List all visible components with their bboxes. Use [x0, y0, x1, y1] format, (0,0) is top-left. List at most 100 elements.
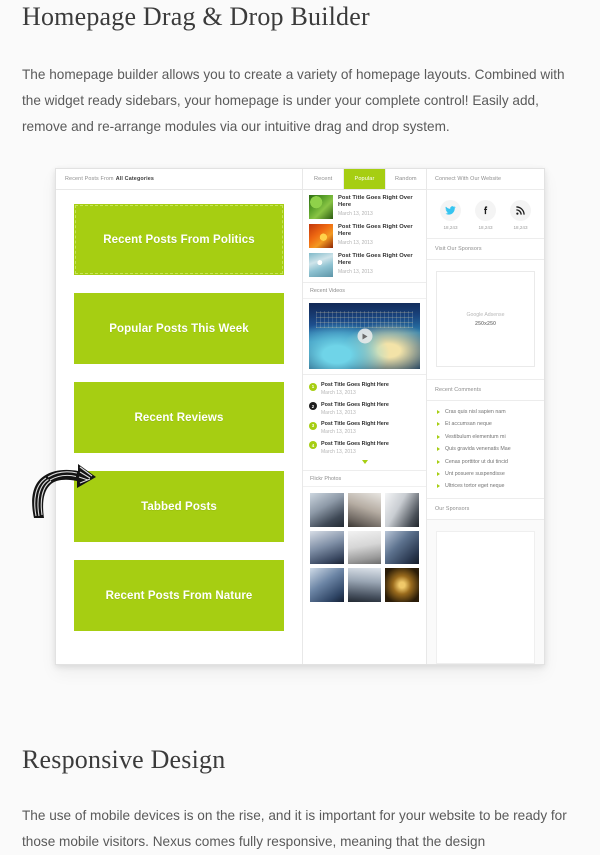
- comment-item[interactable]: Cras quis nisl sapien nam: [437, 409, 536, 415]
- post-title: Post Title Goes Right Here: [321, 382, 389, 388]
- bullet-arrow-icon: [437, 484, 440, 489]
- bullet-arrow-icon: [437, 447, 440, 452]
- section-homepage-builder: Homepage Drag & Drop Builder The homepag…: [22, 2, 582, 140]
- recent-comments-header: Recent Comments: [427, 380, 544, 401]
- left-header-prefix: Recent Posts From: [65, 176, 114, 182]
- comment-text: Vestibulum elementum mi: [445, 433, 506, 440]
- adsense-placeholder[interactable]: Google Adsense 250x250: [436, 271, 535, 367]
- post-date: March 13, 2013: [338, 269, 373, 276]
- flickr-photo[interactable]: [385, 493, 420, 527]
- recent-videos-widget: [303, 299, 426, 375]
- comment-item[interactable]: Unt posuere suspendisse: [437, 471, 536, 477]
- flickr-photo[interactable]: [347, 530, 382, 565]
- drop-block-politics[interactable]: Recent Posts From Politics: [74, 204, 284, 275]
- recent-videos-header: Recent Videos: [303, 283, 426, 299]
- builder-left-column: Recent Posts From All Categories Recent …: [56, 169, 303, 664]
- comment-item[interactable]: Vestibulum elementum mi: [437, 434, 536, 440]
- comment-item[interactable]: Cenas porttitor ut dui tincid: [437, 459, 536, 465]
- section-body-text: The use of mobile devices is on the rise…: [22, 808, 567, 849]
- rank-badge: 3: [309, 421, 317, 430]
- comment-text: Cras quis nisl sapien nam: [445, 409, 506, 415]
- rss-count: 18,243: [513, 225, 528, 230]
- tab-bar: Recent Popular Random: [303, 169, 426, 190]
- section-responsive-design: Responsive Design The use of mobile devi…: [22, 745, 588, 855]
- flickr-photos-header: Flickr Photos: [303, 471, 426, 487]
- our-sponsors-widget: [427, 520, 544, 664]
- bullet-arrow-icon: [437, 471, 440, 476]
- bullet-arrow-icon: [437, 422, 440, 427]
- social-rss[interactable]: 18,243: [510, 200, 531, 230]
- twitter-icon[interactable]: [440, 200, 461, 221]
- post-title: Post Title Goes Right Over Here: [338, 195, 413, 209]
- recent-comments-list: Cras quis nisl sapien nam Et accumsan ne…: [427, 401, 544, 500]
- drop-block-nature[interactable]: Recent Posts From Nature: [74, 560, 284, 631]
- adsense-widget: Google Adsense 250x250: [427, 260, 544, 380]
- leaves-thumbnail: [309, 195, 333, 219]
- facebook-count: 18,243: [478, 225, 493, 230]
- drop-block-popular[interactable]: Popular Posts This Week: [74, 293, 284, 364]
- section-body-text: The homepage builder allows you to creat…: [22, 67, 565, 134]
- twitter-count: 18,243: [443, 225, 458, 230]
- drag-arrow-annotation: [32, 464, 96, 518]
- post-title: Post Title Goes Right Here: [321, 421, 389, 427]
- comment-item[interactable]: Ultrices tortor eget neque: [437, 483, 536, 489]
- tab-post-item[interactable]: Post Title Goes Right Over Here March 13…: [309, 253, 420, 277]
- numbered-post-item[interactable]: 3 Post Title Goes Right Here March 13, 2…: [309, 421, 420, 435]
- social-twitter[interactable]: 18,243: [440, 200, 461, 230]
- flickr-photo[interactable]: [385, 568, 420, 603]
- comment-text: Quis gravida venenatis Mae: [445, 446, 511, 453]
- post-title: Post Title Goes Right Here: [321, 440, 389, 447]
- builder-middle-column: Recent Popular Random Post Title Goes Ri…: [303, 169, 427, 664]
- numbered-post-item[interactable]: 1 Post Title Goes Right Here March 13, 2…: [309, 382, 420, 396]
- left-header-strong: All Categories: [115, 176, 155, 182]
- post-title: Post Title Goes Right Over Here: [338, 253, 413, 267]
- chevron-down-icon[interactable]: [361, 460, 368, 464]
- flickr-photo[interactable]: [347, 493, 382, 527]
- flickr-grid: [310, 493, 420, 603]
- flickr-photo[interactable]: [310, 568, 344, 603]
- drop-area[interactable]: Recent Posts From Politics Popular Posts…: [56, 190, 302, 664]
- flickr-photo[interactable]: [347, 568, 382, 603]
- tab-random[interactable]: Random: [385, 169, 426, 189]
- rank-badge: 4: [309, 441, 317, 449]
- drop-block-tabbed-posts[interactable]: Tabbed Posts: [74, 471, 284, 542]
- post-date: March 13, 2013: [321, 390, 356, 396]
- post-date: March 13, 2013: [321, 429, 356, 435]
- flickr-photo[interactable]: [310, 493, 344, 527]
- numbered-post-item[interactable]: 4 Post Title Goes Right Here March 13, 2…: [309, 441, 420, 455]
- winter-thumbnail: [309, 253, 333, 277]
- tab-post-item[interactable]: Post Title Goes Right Over Here March 13…: [309, 224, 420, 248]
- rss-icon[interactable]: [510, 200, 531, 221]
- facebook-icon[interactable]: [475, 200, 496, 221]
- post-date: March 13, 2013: [338, 240, 373, 247]
- rank-badge: 2: [309, 402, 317, 410]
- post-title: Post Title Goes Right Over Here: [338, 224, 413, 238]
- connect-header: Connect With Our Website: [427, 169, 544, 190]
- social-facebook[interactable]: 18,243: [475, 200, 496, 230]
- section-title: Responsive Design: [22, 745, 226, 774]
- tab-post-item[interactable]: Post Title Goes Right Over Here March 13…: [309, 195, 420, 219]
- post-date: March 13, 2013: [338, 211, 373, 218]
- sponsor-placeholder[interactable]: [436, 531, 535, 664]
- comment-text: Ultrices tortor eget neque: [445, 483, 505, 490]
- tab-recent[interactable]: Recent: [303, 169, 345, 189]
- comment-item[interactable]: Quis gravida venenatis Mae: [437, 446, 536, 452]
- bullet-arrow-icon: [437, 410, 440, 414]
- comment-text: Unt posuere suspendisse: [445, 470, 505, 477]
- adsense-label: Google Adsense: [466, 311, 505, 318]
- tab-popular[interactable]: Popular: [344, 169, 386, 189]
- builder-right-column: Connect With Our Website 18,243 18,243 1…: [427, 169, 544, 664]
- page-title: Homepage Drag & Drop Builder: [22, 2, 370, 31]
- comment-text: Cenas porttitor ut dui tincid: [445, 458, 509, 465]
- numbered-post-list: 1 Post Title Goes Right Here March 13, 2…: [303, 375, 426, 471]
- city-night-video-thumbnail[interactable]: [309, 303, 420, 369]
- flickr-photos-widget: [303, 487, 426, 610]
- comment-item[interactable]: Et accumsan neque: [437, 421, 536, 427]
- bullet-arrow-icon: [437, 434, 440, 439]
- adsense-size: 250x250: [475, 320, 496, 327]
- drop-block-reviews[interactable]: Recent Reviews: [74, 382, 284, 453]
- flickr-photo[interactable]: [385, 530, 420, 565]
- flickr-photo[interactable]: [310, 530, 344, 565]
- play-icon[interactable]: [357, 328, 372, 344]
- numbered-post-item[interactable]: 2 Post Title Goes Right Here March 13, 2…: [309, 402, 420, 416]
